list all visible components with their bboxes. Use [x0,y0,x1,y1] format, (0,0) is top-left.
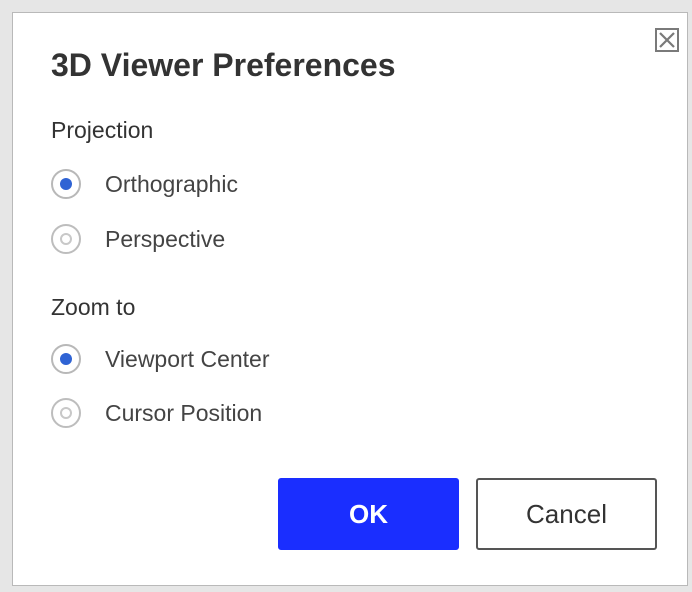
radio-checked-icon[interactable] [51,169,81,199]
radio-checked-icon[interactable] [51,344,81,374]
radio-label-viewport-center: Viewport Center [105,345,270,372]
radio-cursor-position[interactable]: Cursor Position [51,397,262,429]
projection-section-label: Projection [51,117,154,143]
preferences-dialog: 3D Viewer Preferences Projection Orthogr… [12,12,688,586]
close-icon [659,32,675,48]
cancel-button[interactable]: Cancel [476,478,657,550]
radio-perspective[interactable]: Perspective [51,223,225,255]
radio-label-cursor-position: Cursor Position [105,399,263,426]
radio-orthographic[interactable]: Orthographic [51,168,238,200]
radio-label-orthographic: Orthographic [105,170,238,197]
radio-viewport-center[interactable]: Viewport Center [51,343,270,375]
close-button[interactable] [655,28,679,52]
radio-unchecked-icon[interactable] [51,398,81,428]
zoom-section-label: Zoom to [51,294,136,320]
radio-label-perspective: Perspective [105,225,226,252]
dialog-title: 3D Viewer Preferences [51,47,396,83]
radio-unchecked-icon[interactable] [51,224,81,254]
ok-button[interactable]: OK [278,478,459,550]
